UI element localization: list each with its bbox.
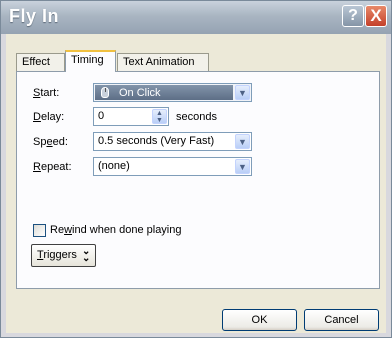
close-icon: X <box>370 6 382 25</box>
dialog-body: Effect Timing Text Animation Start: On C… <box>6 34 386 333</box>
triggers-button[interactable]: Triggers ⌄ ⌄ <box>31 244 96 267</box>
start-value: On Click <box>119 87 161 99</box>
dialog-title: Fly In <box>9 6 60 26</box>
delay-value: 0 <box>98 110 105 122</box>
mouse-icon <box>101 87 109 98</box>
fly-in-dialog: Fly In ? X Effect Timing Text Animation … <box>0 0 392 338</box>
delay-input[interactable]: 0 ▲ ▼ <box>93 107 169 126</box>
triggers-label: Triggers <box>37 249 77 261</box>
speed-label: Speed: <box>33 136 68 148</box>
repeat-dropdown[interactable]: (none) ▼ <box>93 157 252 176</box>
delay-unit: seconds <box>176 111 217 123</box>
repeat-label: Repeat: <box>33 161 72 173</box>
repeat-value: (none) <box>98 160 130 172</box>
ok-button[interactable]: OK <box>222 309 297 331</box>
start-label: Start: <box>33 87 60 99</box>
spinner-icon[interactable]: ▲ ▼ <box>152 109 167 124</box>
title-bar[interactable]: Fly In ? X <box>1 1 391 34</box>
tab-timing[interactable]: Timing <box>65 50 116 72</box>
start-selected: On Click <box>95 85 233 100</box>
start-dropdown[interactable]: On Click ▼ <box>93 83 252 102</box>
tab-effect[interactable]: Effect <box>16 53 65 71</box>
close-button[interactable]: X <box>365 5 387 27</box>
timing-panel: Start: On Click ▼ Delay: 0 ▲ ▼ seconds Sp… <box>16 71 380 289</box>
delay-label: Delay: <box>33 111 65 123</box>
cancel-button[interactable]: Cancel <box>304 309 379 331</box>
double-chevron-down-icon: ⌄ ⌄ <box>82 246 91 264</box>
speed-dropdown[interactable]: 0.5 seconds (Very Fast) ▼ <box>93 132 252 151</box>
help-icon: ? <box>348 7 358 24</box>
chevron-down-icon[interactable]: ▼ <box>235 85 250 100</box>
help-button[interactable]: ? <box>342 5 364 27</box>
chevron-down-icon[interactable]: ▼ <box>235 134 250 149</box>
rewind-checkbox[interactable] <box>33 224 46 237</box>
speed-value: 0.5 seconds (Very Fast) <box>98 135 215 147</box>
chevron-down-icon[interactable]: ▼ <box>235 159 250 174</box>
tab-text-animation[interactable]: Text Animation <box>117 53 209 71</box>
rewind-label[interactable]: Rewind when done playing <box>50 224 182 236</box>
